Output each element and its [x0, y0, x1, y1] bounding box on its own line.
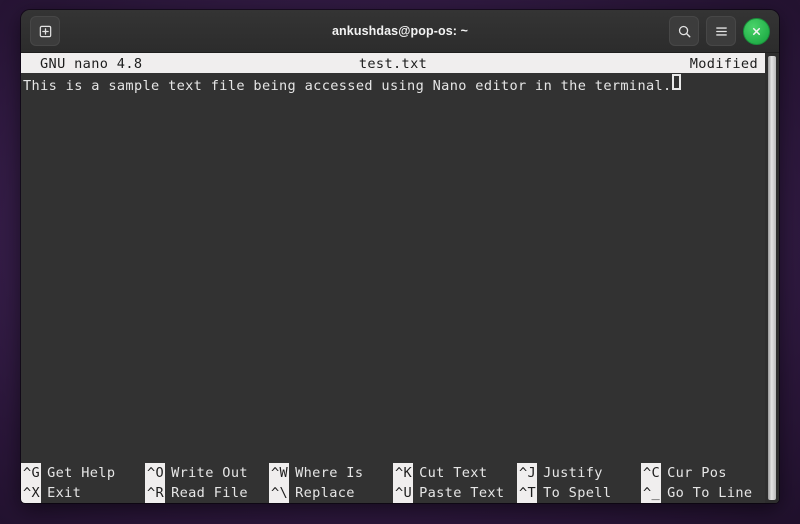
text-cursor	[671, 74, 681, 90]
shortcut-label: Write Out	[171, 465, 248, 481]
nano-filename-label: test.txt	[358, 56, 428, 72]
nano-modified-status: Modified	[689, 56, 758, 72]
nano-shortcut-bar: ^G Get Help ^O Write Out ^W Where Is ^K …	[21, 463, 765, 503]
terminal-scrollbar[interactable]	[765, 53, 779, 503]
shortcut-label: Where Is	[295, 465, 364, 481]
shortcut-key: ^J	[517, 463, 538, 483]
shortcut-label: Cut Text	[419, 465, 488, 481]
shortcut-cut-text[interactable]: ^K Cut Text	[393, 463, 517, 483]
shortcut-label: Replace	[295, 485, 355, 501]
shortcut-key: ^O	[145, 463, 166, 483]
shortcut-to-spell[interactable]: ^T To Spell	[517, 483, 641, 503]
shortcut-key: ^_	[641, 483, 662, 503]
shortcut-paste-text[interactable]: ^U Paste Text	[393, 483, 517, 503]
shortcut-key: ^G	[21, 463, 42, 483]
shortcut-label: Cur Pos	[667, 465, 727, 481]
terminal-content[interactable]: GNU nano 4.8 test.txt Modified This is a…	[21, 53, 779, 503]
shortcut-label: Go To Line	[667, 485, 753, 501]
editor-line[interactable]: This is a sample text file being accesse…	[23, 74, 681, 96]
scrollbar-thumb[interactable]	[768, 56, 776, 500]
shortcut-key: ^T	[517, 483, 538, 503]
shortcut-key: ^C	[641, 463, 662, 483]
nano-edit-area[interactable]: This is a sample text file being accesse…	[21, 73, 765, 503]
shortcut-row-2: ^X Exit ^R Read File ^\ Replace ^U Paste…	[21, 483, 765, 503]
shortcut-label: Paste Text	[419, 485, 505, 501]
shortcut-label: Exit	[47, 485, 82, 501]
shortcut-replace[interactable]: ^\ Replace	[269, 483, 393, 503]
shortcut-label: Read File	[171, 485, 248, 501]
shortcut-label: To Spell	[543, 485, 612, 501]
shortcut-key: ^\	[269, 483, 290, 503]
search-icon[interactable]	[669, 16, 699, 46]
window-titlebar: ankushdas@pop-os: ~	[21, 10, 779, 53]
shortcut-go-to-line[interactable]: ^_ Go To Line	[641, 483, 765, 503]
titlebar-controls	[669, 16, 770, 46]
editor-line-text: This is a sample text file being accesse…	[23, 78, 672, 94]
shortcut-read-file[interactable]: ^R Read File	[145, 483, 269, 503]
shortcut-label: Get Help	[47, 465, 116, 481]
shortcut-row-1: ^G Get Help ^O Write Out ^W Where Is ^K …	[21, 463, 765, 483]
close-icon[interactable]	[743, 17, 770, 45]
shortcut-cur-pos[interactable]: ^C Cur Pos	[641, 463, 765, 483]
shortcut-label: Justify	[543, 465, 603, 481]
shortcut-justify[interactable]: ^J Justify	[517, 463, 641, 483]
shortcut-key: ^W	[269, 463, 290, 483]
hamburger-menu-icon[interactable]	[706, 16, 736, 46]
shortcut-write-out[interactable]: ^O Write Out	[145, 463, 269, 483]
window-title: ankushdas@pop-os: ~	[332, 24, 468, 38]
shortcut-key: ^K	[393, 463, 414, 483]
nano-header-bar: GNU nano 4.8 test.txt Modified	[21, 53, 765, 73]
shortcut-key: ^U	[393, 483, 414, 503]
new-tab-icon[interactable]	[30, 16, 60, 46]
terminal-window: ankushdas@pop-os: ~ GNU nano 4.8 test.tx…	[21, 10, 779, 503]
shortcut-where-is[interactable]: ^W Where Is	[269, 463, 393, 483]
shortcut-get-help[interactable]: ^G Get Help	[21, 463, 145, 483]
shortcut-exit[interactable]: ^X Exit	[21, 483, 145, 503]
shortcut-key: ^R	[145, 483, 166, 503]
shortcut-key: ^X	[21, 483, 42, 503]
